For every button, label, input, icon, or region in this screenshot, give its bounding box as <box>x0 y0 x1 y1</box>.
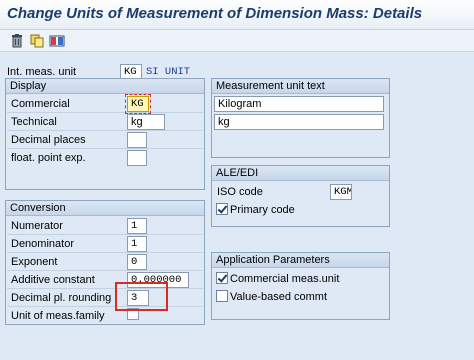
primary-code-checkbox[interactable] <box>216 203 228 215</box>
value-based-commt-label: Value-based commt <box>230 291 328 303</box>
long-text-field[interactable]: Kilogram <box>214 96 384 112</box>
denominator-label: Denominator <box>11 238 74 250</box>
numerator-field[interactable]: 1 <box>127 218 147 234</box>
ale-edi-title: ALE/EDI <box>212 166 389 181</box>
commercial-meas-unit-checkbox[interactable] <box>216 272 228 284</box>
short-text-field[interactable]: kg <box>214 114 384 130</box>
page-title: Change Units of Measurement of Dimension… <box>7 5 423 22</box>
float-point-label: float. point exp. <box>11 152 86 164</box>
commercial-label: Commercial <box>11 98 70 110</box>
application-toolbar <box>0 30 474 52</box>
numerator-label: Numerator <box>11 220 63 232</box>
additive-constant-label: Additive constant <box>11 274 95 286</box>
other-object-icon[interactable] <box>49 33 65 49</box>
app-params-title: Application Parameters <box>212 253 389 268</box>
conversion-title: Conversion <box>6 201 204 216</box>
highlight-box <box>115 282 168 311</box>
app-params-group: Application Parameters <box>211 252 390 320</box>
commercial-meas-unit-label: Commercial meas.unit <box>230 273 340 285</box>
denominator-field[interactable]: 1 <box>127 236 147 252</box>
float-point-field[interactable] <box>127 150 147 166</box>
decimal-rounding-label: Decimal pl. rounding <box>11 292 112 304</box>
si-unit-text: SI UNIT <box>146 66 191 78</box>
unit-family-label: Unit of meas.family <box>11 310 105 322</box>
copy-icon[interactable] <box>29 33 45 49</box>
main-area: Int. meas. unit KG SI UNIT Display Comme… <box>0 53 474 360</box>
iso-code-label: ISO code <box>217 186 263 198</box>
primary-code-label: Primary code <box>230 204 295 216</box>
value-based-commt-checkbox[interactable] <box>216 290 228 302</box>
decimal-places-label: Decimal places <box>11 134 86 146</box>
display-group-title: Display <box>6 79 204 94</box>
iso-code-field[interactable]: KGM <box>330 184 352 200</box>
commercial-unit-field[interactable]: KG <box>125 94 151 114</box>
exponent-label: Exponent <box>11 256 58 268</box>
measurement-text-title: Measurement unit text <box>212 79 389 94</box>
title-bar: Change Units of Measurement of Dimension… <box>0 0 474 30</box>
technical-unit-field[interactable]: kg <box>127 114 165 130</box>
int-meas-unit-label: Int. meas. unit <box>7 66 77 78</box>
exponent-field[interactable]: 0 <box>127 254 147 270</box>
trash-icon[interactable] <box>9 33 25 49</box>
technical-label: Technical <box>11 116 57 128</box>
decimal-places-field[interactable] <box>127 132 147 148</box>
